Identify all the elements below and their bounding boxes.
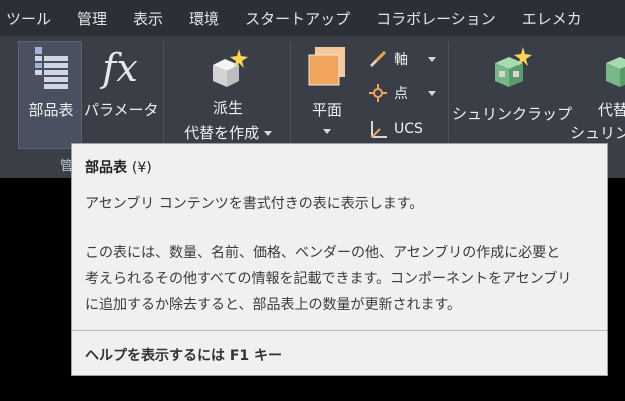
- tooltip-title: 部品表 (¥): [85, 160, 152, 176]
- axis-button[interactable]: 軸: [368, 49, 436, 69]
- chevron-down-icon: [263, 131, 272, 136]
- shrinkwrap-button[interactable]: シュリンクラップ: [452, 45, 573, 124]
- chevron-down-icon[interactable]: [428, 56, 436, 62]
- parameters-button[interactable]: fx パラメータ: [84, 43, 159, 120]
- point-icon: [369, 84, 387, 102]
- substitute-create-label: 代替を作成: [178, 122, 278, 143]
- tooltip-shortcut: (¥): [131, 160, 152, 176]
- axis-icon: [369, 50, 387, 68]
- plane-label: 平面: [311, 101, 342, 119]
- shrinkwrap-label: シュリンクラップ: [452, 105, 573, 123]
- chevron-down-icon[interactable]: [323, 129, 331, 134]
- menu-item-view[interactable]: 表示: [120, 8, 176, 29]
- parameters-label: パラメータ: [84, 101, 159, 119]
- svg-text:fx: fx: [99, 46, 138, 90]
- chevron-down-icon[interactable]: [428, 90, 436, 96]
- point-button[interactable]: 点: [368, 83, 436, 103]
- bom-label: 部品表: [28, 101, 74, 119]
- substitute-label: 代替: [598, 101, 625, 119]
- ucs-label: UCS: [394, 121, 423, 137]
- substitute-sub-label: シュリン: [570, 124, 625, 142]
- derive-label: 派生: [212, 99, 243, 117]
- menu-item-elemeca[interactable]: エレメカ: [509, 8, 595, 29]
- substitute-icon: [606, 57, 625, 87]
- app-window: ツール 管理 表示 環境 スタートアップ コラボレーション エレメカ 部品表 f…: [0, 0, 625, 401]
- menu-item-manage[interactable]: 管理: [64, 8, 120, 29]
- menu-item-startup[interactable]: スタートアップ: [232, 8, 363, 29]
- plane-button[interactable]: 平面: [300, 45, 354, 140]
- menu-item-tools[interactable]: ツール: [0, 8, 64, 29]
- derive-button[interactable]: 派生 代替を作成: [178, 45, 278, 143]
- menu-item-environment[interactable]: 環境: [176, 8, 232, 29]
- substitute-button[interactable]: 代替 シュリン: [570, 45, 625, 143]
- tooltip: 部品表 (¥) アセンブリ コンテンツを書式付きの表に表示します。 この表には、…: [71, 143, 608, 376]
- shrinkwrap-icon: [495, 47, 532, 87]
- menu-bar: ツール 管理 表示 環境 スタートアップ コラボレーション エレメカ: [0, 0, 625, 37]
- tooltip-body-line-1: この表には、数量、名前、価格、ベンダーの他、アセンブリの作成に必要と: [85, 245, 561, 261]
- menu-item-collaboration[interactable]: コラボレーション: [363, 8, 509, 29]
- ucs-icon: [371, 121, 387, 138]
- derive-icon: [213, 49, 248, 87]
- tooltip-description: アセンブリ コンテンツを書式付きの表に表示します。: [85, 196, 424, 212]
- plane-icon: [308, 47, 345, 86]
- ucs-button[interactable]: UCS: [368, 119, 423, 139]
- point-label: 点: [394, 86, 408, 102]
- axis-label: 軸: [394, 52, 408, 68]
- parameters-icon: fx: [99, 46, 138, 90]
- bom-button[interactable]: 部品表: [20, 43, 82, 120]
- tooltip-help: ヘルプを表示するには F1 キー: [85, 348, 283, 364]
- tooltip-divider: [72, 330, 607, 331]
- tooltip-body-line-2: 考えられるその他すべての情報を記載できます。コンポーネントをアセンブリ: [85, 271, 572, 287]
- tooltip-body-line-3: に追加するか除去すると、部品表上の数量が更新されます。: [85, 297, 462, 313]
- bom-icon: [35, 47, 68, 89]
